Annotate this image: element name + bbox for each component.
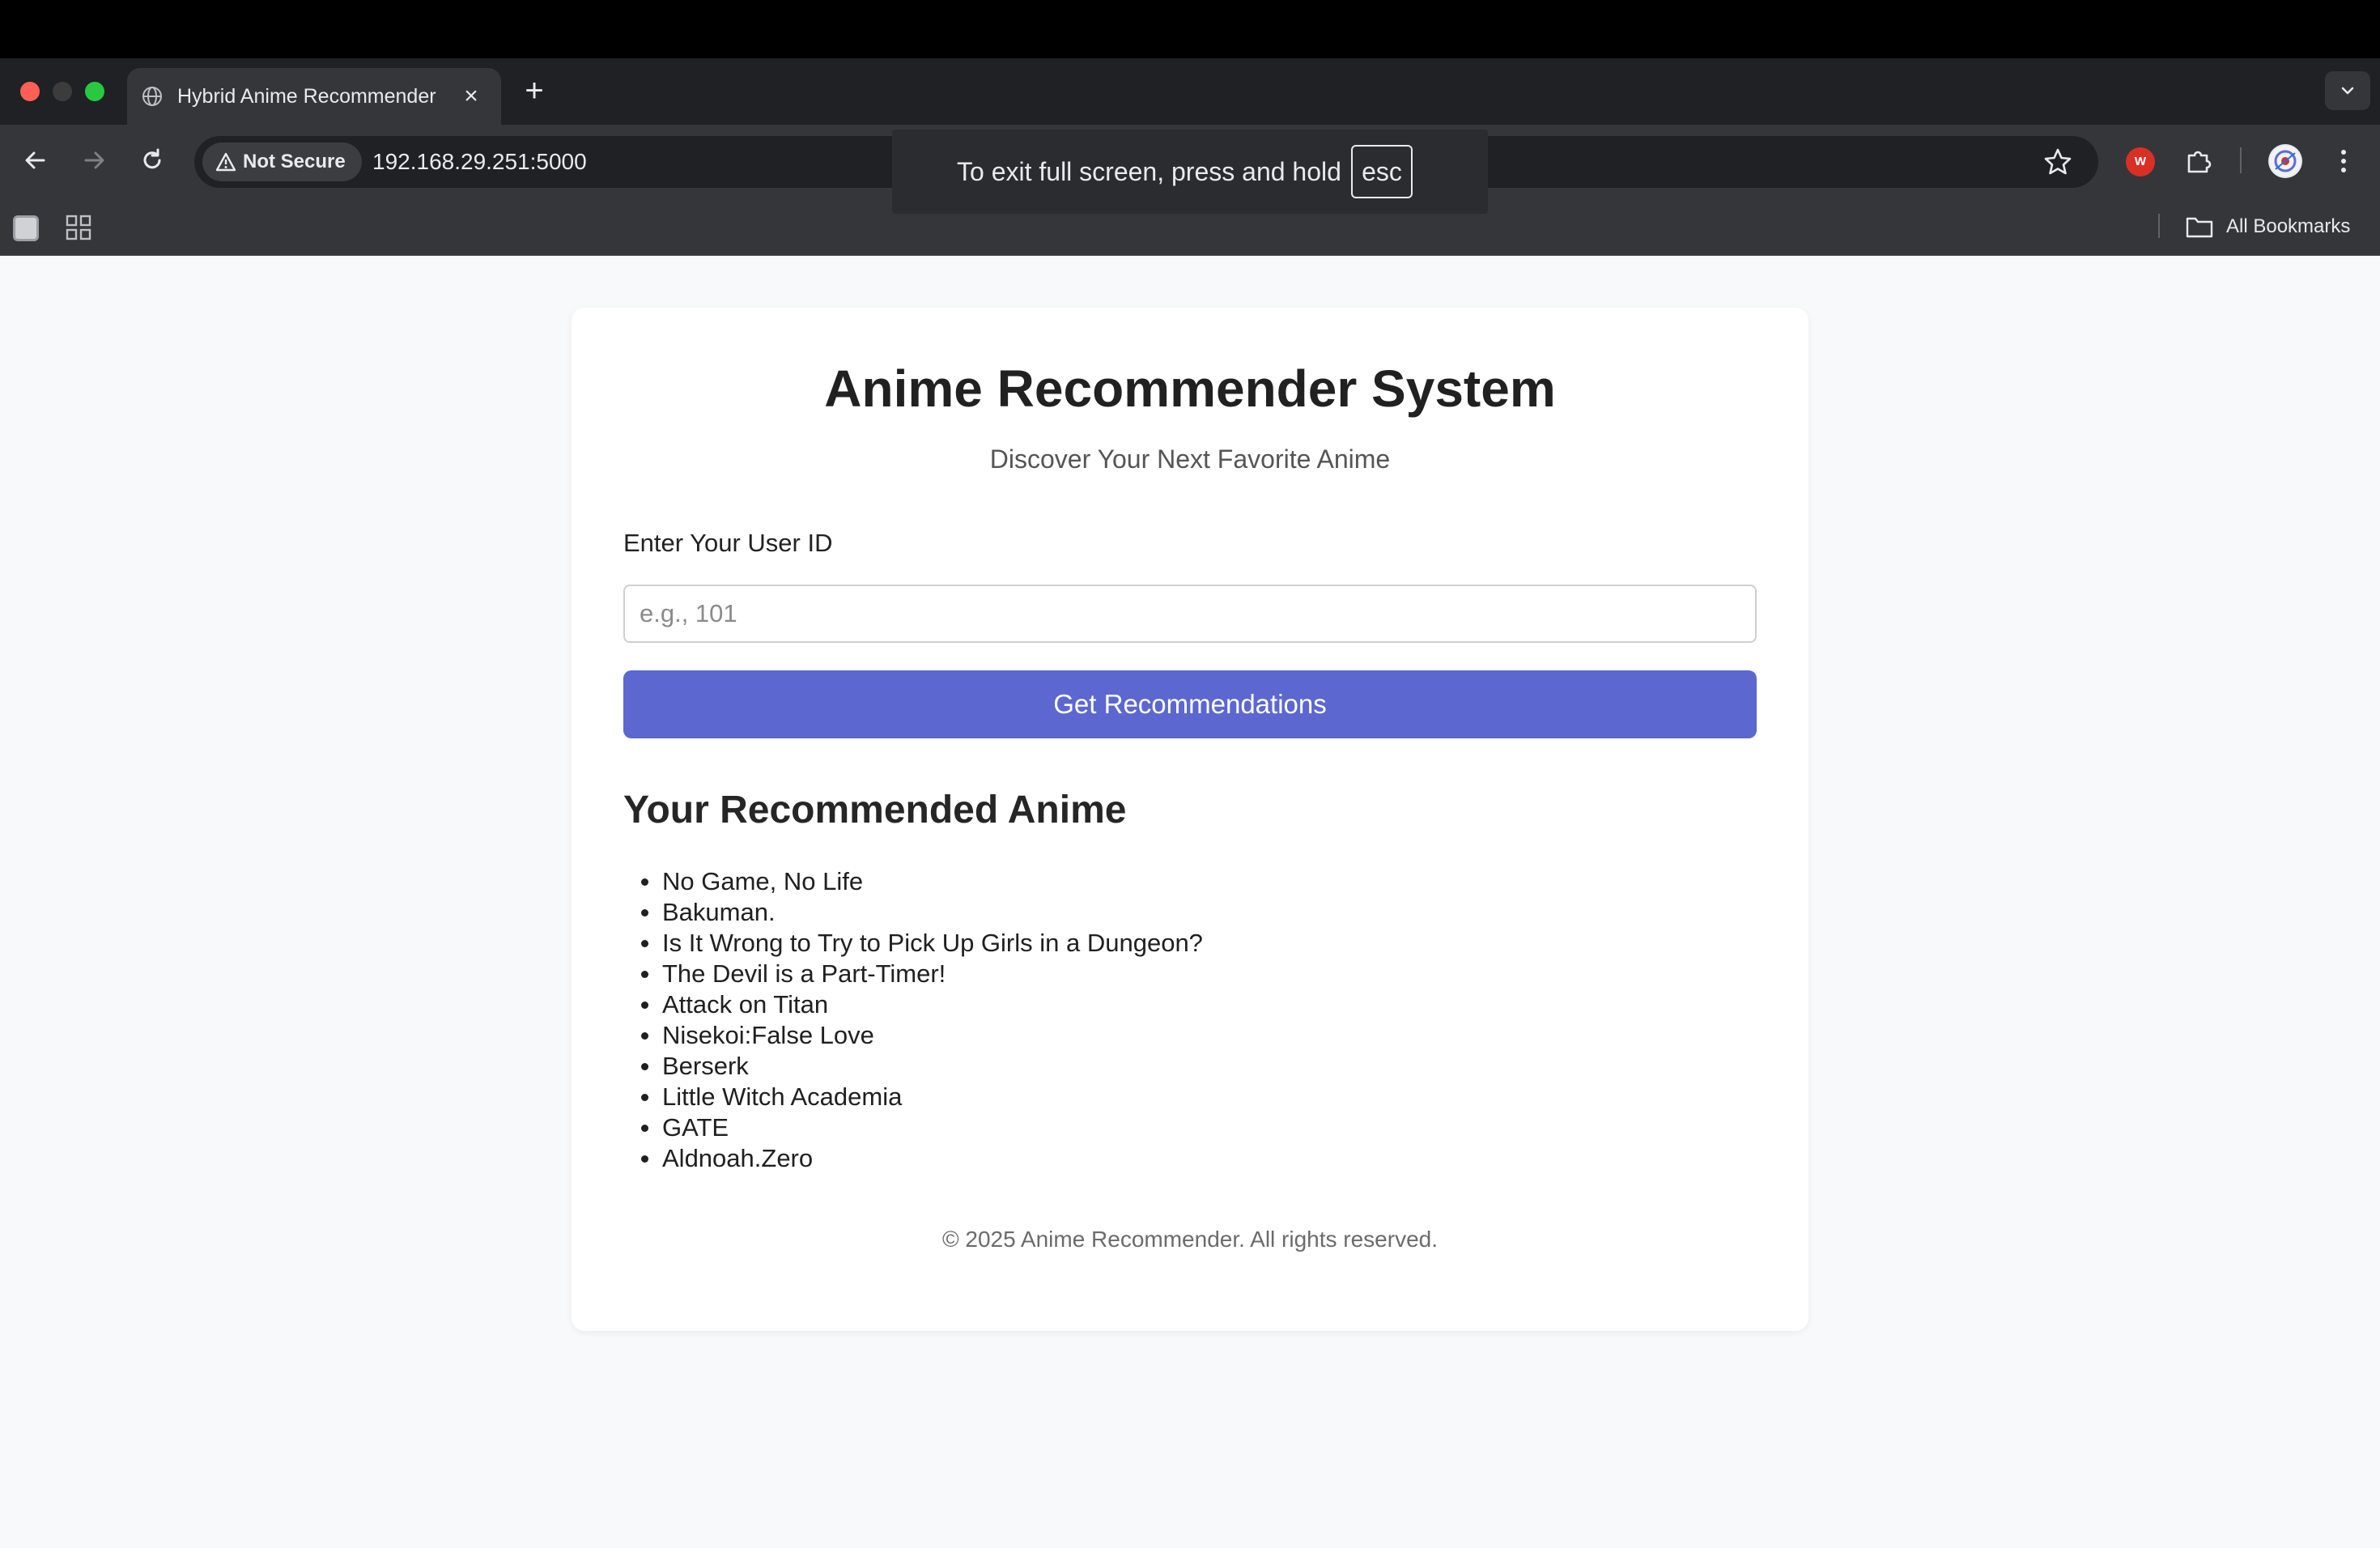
main-card: Anime Recommender System Discover Your N…: [572, 308, 1808, 1331]
user-id-input[interactable]: [623, 585, 1757, 643]
close-window-button[interactable]: [20, 82, 40, 101]
fullscreen-notice-text: To exit full screen, press and hold: [957, 157, 1341, 186]
warning-triangle-icon: [215, 152, 236, 172]
apps-grid-icon[interactable]: [65, 214, 92, 241]
list-item: Bakuman.: [623, 897, 1757, 928]
list-item: No Game, No Life: [623, 866, 1757, 897]
reload-icon[interactable]: [136, 144, 168, 176]
url-text[interactable]: 192.168.29.251:5000: [372, 146, 587, 178]
recommendations-heading: Your Recommended Anime: [623, 789, 1127, 831]
extension-w-icon[interactable]: W: [2126, 147, 2155, 176]
screen: Hybrid Anime Recommender × + Not Secure …: [0, 0, 2380, 1548]
chevron-down-icon: [2341, 87, 2354, 95]
all-bookmarks-button[interactable]: All Bookmarks: [2186, 211, 2350, 243]
page-title: Anime Recommender System: [824, 359, 1556, 418]
more-options-icon[interactable]: [2331, 144, 2356, 178]
profile-avatar[interactable]: [2268, 144, 2302, 178]
page-subtitle: Discover Your Next Favorite Anime: [989, 444, 1391, 474]
footer-copyright: © 2025 Anime Recommender. All rights res…: [941, 1227, 1439, 1252]
avatar-image-icon: [2270, 146, 2301, 176]
list-item: Little Witch Academia: [623, 1082, 1757, 1112]
tab-active[interactable]: Hybrid Anime Recommender ×: [127, 68, 501, 125]
toolbar-divider: [2240, 147, 2242, 173]
list-item: Is It Wrong to Try to Pick Up Girls in a…: [623, 928, 1757, 959]
get-recommendations-button[interactable]: Get Recommendations: [623, 670, 1757, 738]
recommendation-list: No Game, No Life Bakuman. Is It Wrong to…: [623, 866, 1757, 1174]
top-bezel: [0, 0, 2380, 58]
all-bookmarks-label: All Bookmarks: [2226, 215, 2351, 237]
list-item: Nisekoi:False Love: [623, 1020, 1757, 1051]
tab-title: Hybrid Anime Recommender: [177, 85, 436, 108]
list-item: The Devil is a Part-Timer!: [623, 959, 1757, 989]
list-item: Berserk: [623, 1051, 1757, 1082]
list-item: Aldnoah.Zero: [623, 1143, 1757, 1174]
back-arrow-icon[interactable]: [19, 144, 52, 176]
new-tab-button[interactable]: +: [518, 74, 550, 107]
list-item: Attack on Titan: [623, 989, 1757, 1020]
fullscreen-notice: To exit full screen, press and hold esc: [892, 130, 1488, 214]
sidebar-toggle-icon[interactable]: [13, 215, 39, 241]
forward-arrow-icon[interactable]: [78, 144, 110, 176]
user-id-label: Enter Your User ID: [623, 529, 833, 557]
security-chip[interactable]: Not Secure: [202, 142, 362, 181]
tab-search-button[interactable]: [2325, 71, 2370, 110]
security-label: Not Secure: [243, 151, 346, 172]
extensions-puzzle-icon[interactable]: [2182, 144, 2215, 176]
bookmark-star-icon[interactable]: [2042, 146, 2074, 178]
esc-key-badge: esc: [1351, 145, 1413, 198]
fullscreen-window-button[interactable]: [85, 82, 104, 101]
minimize-window-button[interactable]: [53, 82, 72, 101]
bookmarks-divider: [2158, 214, 2160, 238]
globe-icon: [142, 87, 162, 106]
list-item: GATE: [623, 1112, 1757, 1143]
folder-icon: [2186, 217, 2213, 238]
close-tab-icon[interactable]: ×: [457, 83, 485, 110]
